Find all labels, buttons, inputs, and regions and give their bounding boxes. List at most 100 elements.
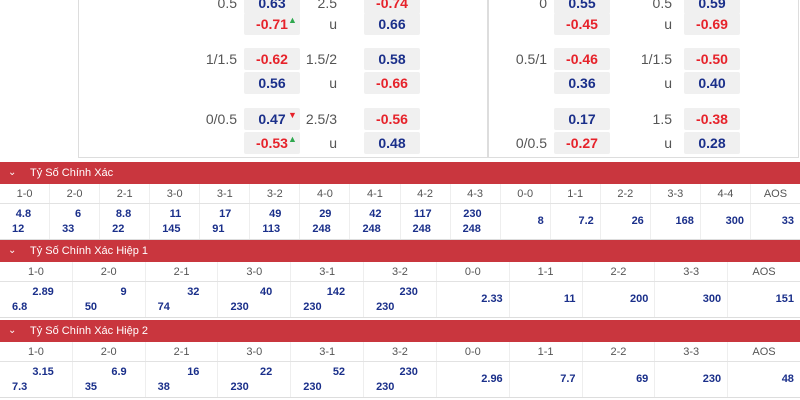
score-odds-cell[interactable]: 9 50 [73, 282, 146, 317]
right-label: 0 [539, 0, 547, 11]
odds-value: 17 [219, 207, 232, 220]
odds-value: 8 [537, 215, 544, 227]
score-label: 4-2 [401, 184, 451, 203]
odds-value: 32 [187, 285, 200, 298]
score-odds-cell[interactable]: 40 230 [218, 282, 292, 317]
score-label: 3-3 [655, 342, 729, 361]
odds-value: 168 [675, 215, 694, 227]
odds-value: 22 [260, 365, 273, 378]
left-label: 1/1.5 [205, 51, 237, 67]
score-odds-cell[interactable]: 22 230 [218, 362, 292, 397]
score-label: AOS [752, 266, 776, 278]
score-odds-cell[interactable]: 11 145 [150, 204, 201, 239]
score-odds-cell[interactable]: 230 248 [451, 204, 501, 239]
score-odds-cell[interactable]: 52 230 [291, 362, 365, 397]
right-odds-value[interactable]: 0.28 [684, 132, 740, 154]
score-odds-cell[interactable]: 16 38 [146, 362, 219, 397]
score-odds-cell[interactable]: 230 230 [364, 282, 437, 317]
score-odds-cell[interactable]: 17 91 [200, 204, 251, 239]
score-odds-cell[interactable]: 6.9 35 [73, 362, 146, 397]
score-odds-cell[interactable]: 49 113 [250, 204, 301, 239]
odds-value: 230 [399, 285, 418, 298]
score-odds-cell[interactable]: 7.2 [551, 204, 601, 239]
score-odds-cell[interactable]: 2.96 [437, 362, 510, 397]
left-odds-value[interactable]: -0.74 [364, 0, 420, 14]
left-odds-value[interactable]: -0.56 [364, 108, 420, 130]
odds-value: 29 [319, 207, 332, 220]
odds-value: 145 [162, 222, 181, 235]
score-odds-cell[interactable]: 29 248 [300, 204, 351, 239]
right-odds-value[interactable]: 0.17 [554, 108, 610, 130]
odds-value: 300 [725, 215, 744, 227]
score-odds-cell[interactable]: 300 [655, 282, 729, 317]
score-odds-cell[interactable]: 11 [510, 282, 583, 317]
chevron-down-icon[interactable]: ⌄ [8, 240, 22, 262]
score-odds-cell[interactable]: 230 230 [364, 362, 437, 397]
right-odds-value[interactable]: -0.27 [554, 132, 610, 154]
odds-value: 230 [702, 373, 722, 385]
score-odds-cell[interactable]: 200 [583, 282, 656, 317]
chevron-down-icon[interactable]: ⌄ [8, 320, 22, 342]
right-label: 0.5 [652, 0, 672, 11]
right-odds-value[interactable]: -0.50 [684, 48, 740, 70]
score-odds-cell[interactable]: 230 [655, 362, 729, 397]
score-odds-cell[interactable]: 3.15 7.3 [0, 362, 73, 397]
score-label: 1-0 [0, 184, 51, 203]
score-label: 1-0 [0, 262, 73, 281]
score-header-row: 1-0 2-0 2-1 3-0 3-1 3-2 0-0 1-1 2-2 3-3 AOS [0, 342, 800, 362]
score-label: 3-2 [364, 262, 437, 281]
right-odds-value[interactable]: -0.69 [684, 13, 740, 35]
handicap-odds-region: 0.5 0.63 2.5 -0.74 -0.71 ▲ u 0.66 1/1.5 -0.62 1.5/… [0, 0, 800, 160]
score-odds-cell[interactable]: 6 33 [50, 204, 101, 239]
right-odds-value[interactable]: 0.55 [554, 0, 610, 14]
section-header[interactable]: ⌄ Tỷ Số Chính Xác Hiệp 1 [0, 240, 800, 262]
score-odds-cell[interactable]: 142 230 [291, 282, 365, 317]
odds-value: 230 [230, 380, 249, 393]
score-label: 2-2 [583, 342, 656, 361]
score-odds-cell[interactable]: 117 248 [401, 204, 451, 239]
left-odds-value[interactable]: -0.66 [364, 72, 420, 94]
odds-value: 117 [413, 207, 432, 220]
correct-score-section: ⌄ Tỷ Số Chính Xác Hiệp 2 1-0 2-0 2-1 3-0 3-1 3-… [0, 320, 800, 398]
right-odds-value[interactable]: -0.46 [554, 48, 610, 70]
odds-value: 38 [157, 380, 170, 393]
score-odds-cell[interactable]: 42 248 [350, 204, 401, 239]
score-odds-cell[interactable]: 2.89 6.8 [0, 282, 73, 317]
odds-value: 300 [702, 293, 722, 305]
right-odds-value[interactable]: 0.59 [684, 0, 740, 14]
odds-value: 16 [187, 365, 200, 378]
score-odds-cell[interactable]: 8 [501, 204, 551, 239]
chevron-down-icon[interactable]: ⌄ [8, 162, 22, 184]
left-label: 1.5/2 [305, 51, 337, 67]
left-odds-value[interactable]: 0.58 [364, 48, 420, 70]
section-header[interactable]: ⌄ Tỷ Số Chính Xác Hiệp 2 [0, 320, 800, 342]
score-odds-cell[interactable]: 4.8 12 [0, 204, 51, 239]
left-odds-value[interactable]: 0.48 [364, 132, 420, 154]
score-odds-cell[interactable]: 69 [583, 362, 656, 397]
score-label: 4-0 [300, 184, 351, 203]
right-odds-value[interactable]: -0.38 [684, 108, 740, 130]
right-odds-value[interactable]: 0.40 [684, 72, 740, 94]
score-odds-cell[interactable]: 48 [728, 362, 800, 397]
section-header[interactable]: ⌄ Tỷ Số Chính Xác [0, 162, 800, 184]
score-odds-cell[interactable]: 8.8 22 [100, 204, 151, 239]
score-label: 1-1 [551, 184, 601, 203]
odds-value: 7.3 [12, 380, 28, 393]
score-odds-cell[interactable]: 26 [601, 204, 651, 239]
odds-value: 7.7 [560, 373, 576, 385]
score-odds-cell[interactable]: 168 [651, 204, 701, 239]
right-odds-value[interactable]: -0.45 [554, 13, 610, 35]
score-label: 2-2 [601, 184, 651, 203]
right-odds-value[interactable]: 0.36 [554, 72, 610, 94]
odds-value: 151 [775, 293, 794, 305]
score-odds-cell[interactable]: 151 [728, 282, 800, 317]
score-odds-cell[interactable]: 7.7 [510, 362, 583, 397]
score-odds-cell[interactable]: 32 74 [146, 282, 219, 317]
left-odds-value[interactable]: 0.66 [364, 13, 420, 35]
score-odds-cell[interactable]: 33 [751, 204, 800, 239]
odds-value: 4.8 [15, 207, 32, 220]
score-odds-cell[interactable]: 300 [701, 204, 751, 239]
score-odds-cell[interactable]: 2.33 [437, 282, 510, 317]
score-label: 1-0 [0, 342, 73, 361]
odds-value: 8.8 [115, 207, 132, 220]
